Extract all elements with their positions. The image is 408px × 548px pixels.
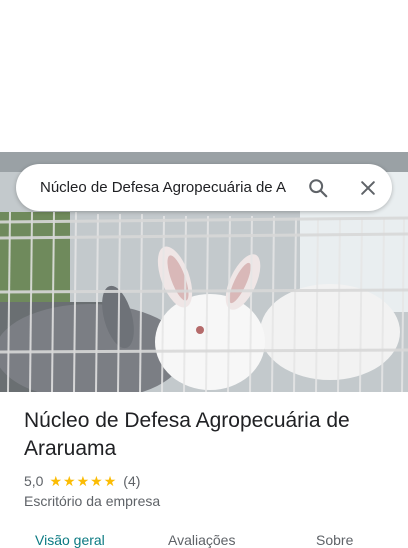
- rating-value: 5,0: [24, 473, 44, 489]
- search-bar[interactable]: Núcleo de Defesa Agropecuária de A: [16, 164, 392, 211]
- place-title: Núcleo de Defesa Agropecuária de Araruam…: [24, 409, 350, 460]
- search-icon[interactable]: [304, 174, 332, 202]
- star-icon: ★: [90, 473, 103, 489]
- tab-bar: Visão geral Avaliações Sobre: [0, 524, 408, 548]
- place-category[interactable]: Escritório da empresa: [24, 493, 160, 509]
- star-icon: ★: [103, 473, 117, 489]
- search-input[interactable]: Núcleo de Defesa Agropecuária de A: [40, 164, 302, 211]
- star-icon: ★: [63, 473, 76, 489]
- star-icon: ★: [49, 473, 63, 489]
- star-icon: ★: [76, 473, 90, 489]
- tab-reviews[interactable]: Avaliações: [168, 532, 235, 548]
- star-rating: ★ ★ ★ ★ ★: [49, 474, 117, 488]
- rating-row[interactable]: 5,0 ★ ★ ★ ★ ★ (4): [24, 471, 140, 491]
- tab-about[interactable]: Sobre: [316, 532, 353, 548]
- review-count[interactable]: (4): [123, 473, 140, 489]
- close-icon[interactable]: [354, 174, 382, 202]
- tab-overview[interactable]: Visão geral: [35, 532, 105, 548]
